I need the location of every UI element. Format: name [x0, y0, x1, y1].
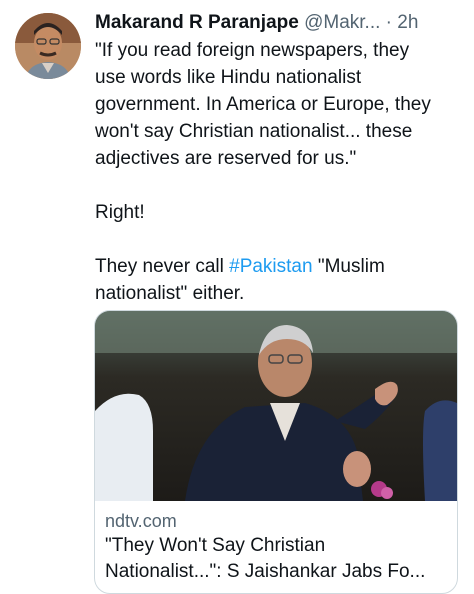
tweet[interactable]: Makarand R Paranjape @Makr... · 2h "If y… — [0, 0, 474, 594]
tweet-timestamp[interactable]: 2h — [397, 12, 418, 33]
quote-line: use words like Hindu nationalist — [95, 67, 362, 88]
card-title-line: "They Won't Say Christian — [105, 535, 326, 556]
hashtag-link[interactable]: #Pakistan — [229, 256, 312, 277]
author-handle[interactable]: @Makr... — [304, 12, 380, 33]
avatar-image — [15, 13, 81, 79]
avatar[interactable] — [15, 13, 81, 79]
quote-line: "If you read foreign newspapers, they — [95, 40, 410, 61]
author-name[interactable]: Makarand R Paranjape — [95, 12, 299, 33]
card-image — [95, 311, 457, 501]
tweet-header: Makarand R Paranjape @Makr... · 2h — [95, 9, 465, 37]
quote-line: won't say Christian nationalist... these — [95, 121, 413, 142]
closing-line: nationalist" either. — [95, 283, 245, 304]
card-domain: ndtv.com — [105, 511, 177, 531]
card-title-line: Nationalist...": S Jaishankar Jabs Fo... — [105, 561, 426, 582]
closing-text-before: They never call — [95, 256, 230, 277]
reply-line: Right! — [95, 202, 145, 223]
tweet-text: "If you read foreign newspapers, they us… — [95, 37, 465, 307]
closing-text-after: "Muslim — [312, 256, 385, 277]
link-card[interactable]: ndtv.com "They Won't Say Christian Natio… — [94, 310, 458, 594]
card-info: ndtv.com "They Won't Say Christian Natio… — [105, 509, 450, 585]
separator-dot: · — [385, 12, 392, 33]
quote-line: government. In America or Europe, they — [95, 94, 431, 115]
closing-line: They never call #Pakistan "Muslim — [95, 253, 465, 280]
quote-line: adjectives are reserved for us." — [95, 148, 357, 169]
